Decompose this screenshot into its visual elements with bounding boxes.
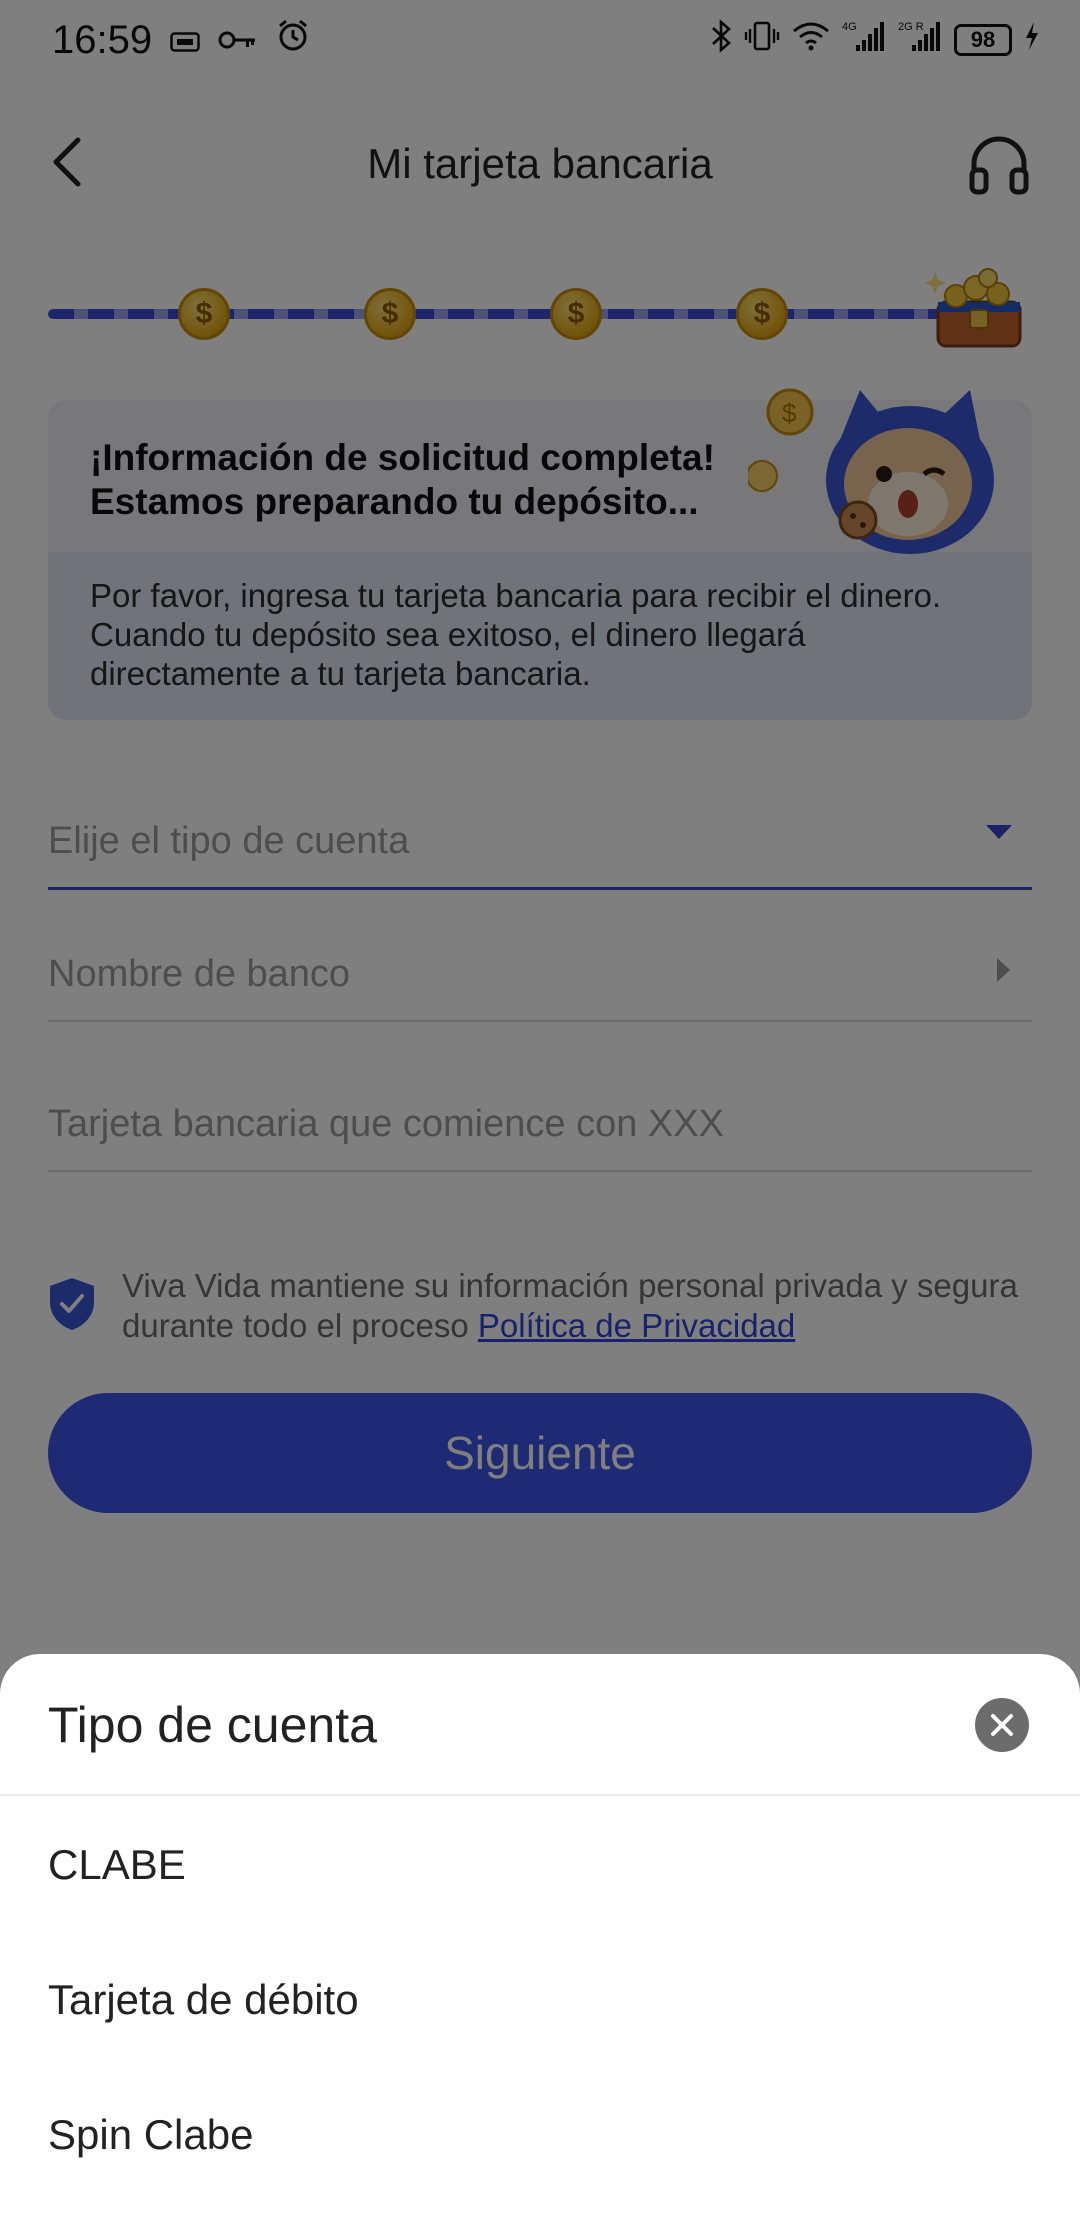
- sheet-header: Tipo de cuenta: [0, 1654, 1080, 1796]
- option-debit-card[interactable]: Tarjeta de débito: [0, 1933, 1080, 2067]
- account-type-sheet: Tipo de cuenta CLABE Tarjeta de débito S…: [0, 1654, 1080, 2240]
- close-button[interactable]: [975, 1698, 1029, 1752]
- sheet-title: Tipo de cuenta: [48, 1697, 377, 1753]
- close-icon: [991, 1714, 1013, 1736]
- option-clabe[interactable]: CLABE: [0, 1798, 1080, 1932]
- option-spin-clabe[interactable]: Spin Clabe: [0, 2068, 1080, 2202]
